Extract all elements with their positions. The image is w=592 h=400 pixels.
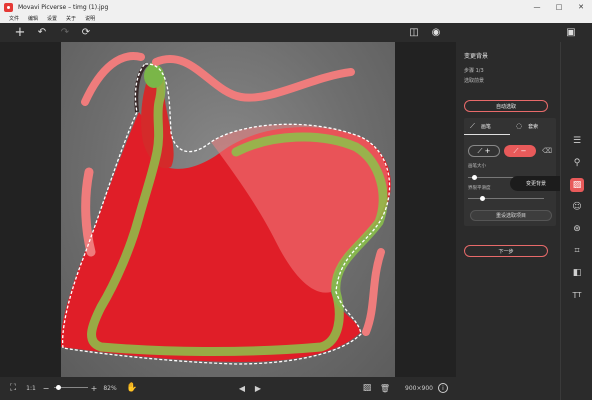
photo[interactable] <box>61 42 395 377</box>
active-tab-indicator <box>464 134 510 135</box>
menu-file[interactable]: 文件 <box>9 15 19 22</box>
close-button[interactable]: ✕ <box>570 0 592 14</box>
stamp-icon[interactable]: ⚲ <box>570 156 584 170</box>
tab-brush[interactable]: ⟋ 画笔 <box>470 118 510 134</box>
panel-title: 变更背景 <box>464 53 489 60</box>
bottom-bar: ⛶ 1:1 − + 82% ✋ ◀ ▶ ▨ 🗑 900×900 i <box>0 377 456 400</box>
change-background-tooltip: 变更背景 <box>510 176 562 191</box>
menu-settings[interactable]: 设置 <box>47 15 57 22</box>
filters-icon[interactable]: ⊛ <box>570 222 584 236</box>
zoom-slider-knob[interactable] <box>56 385 61 390</box>
previous-image-icon[interactable]: ◀ <box>236 381 248 395</box>
info-icon[interactable]: i <box>438 383 448 393</box>
change-background-icon[interactable]: ▨ <box>570 178 584 192</box>
brush-size-knob[interactable] <box>472 175 477 180</box>
save-icon[interactable]: ▣ <box>564 25 578 39</box>
menu-help[interactable]: 说明 <box>85 15 95 22</box>
tool-rail: ☰ ⚲ ▨ ☺ ⊛ ⌗ ◧ TT <box>560 42 592 400</box>
image-icon[interactable]: ▨ <box>360 381 374 395</box>
brush-minus-icon: ⟋ − <box>513 146 527 155</box>
brush-plus-icon: ⟋ + <box>477 146 491 155</box>
head-shape <box>144 64 164 88</box>
menu-about[interactable]: 关于 <box>66 15 76 22</box>
brush-icon: ⟋ <box>470 121 475 130</box>
layers-icon[interactable]: ◧ <box>570 266 584 280</box>
maximize-button[interactable]: □ <box>548 0 570 14</box>
edge-smoothness-label: 界限平滑度 <box>468 186 491 191</box>
auto-select-button[interactable]: 自动选取 <box>464 100 548 112</box>
title-bar: Movavi Picverse – timg (1).jpg — □ ✕ <box>0 0 592 14</box>
delete-icon[interactable]: 🗑 <box>378 381 392 395</box>
tab-lasso-label: 套索 <box>528 123 539 130</box>
next-step-button[interactable]: 下一步 <box>464 245 548 257</box>
image-dimensions: 900×900 <box>405 384 433 392</box>
remove-brush-stroke-2 <box>152 55 355 102</box>
remove-brush-button[interactable]: ⟋ − <box>504 145 536 157</box>
zoom-level: 82% <box>103 384 117 392</box>
compare-icon[interactable]: ◫ <box>407 25 421 39</box>
zoom-in-icon[interactable]: + <box>89 381 99 395</box>
redo-icon[interactable]: ↷ <box>58 25 72 39</box>
add-icon[interactable]: + <box>13 25 27 40</box>
undo-icon[interactable]: ↶ <box>35 25 49 39</box>
minimize-button[interactable]: — <box>526 0 548 14</box>
actual-size-button[interactable]: 1:1 <box>24 381 38 395</box>
app-logo-icon <box>4 2 13 12</box>
keep-brush-button[interactable]: ⟋ + <box>468 145 500 157</box>
tab-brush-label: 画笔 <box>480 123 491 130</box>
edge-smoothness-knob[interactable] <box>480 196 485 201</box>
remove-brush-stroke-1 <box>81 52 145 106</box>
photo-illustration <box>61 52 391 365</box>
menu-edit[interactable]: 编辑 <box>28 15 38 22</box>
change-background-panel: 变更背景 步骤 1/3 选取前景 自动选取 ⟋ 画笔 ◌ 套索 ⟋ + ⟋ − … <box>456 42 560 400</box>
step-description: 选取前景 <box>464 78 485 84</box>
window-title: Movavi Picverse – timg (1).jpg <box>18 3 109 11</box>
app-window: Movavi Picverse – timg (1).jpg — □ ✕ 文件 … <box>0 0 592 400</box>
adjust-sliders-icon[interactable]: ☰ <box>570 134 584 148</box>
eraser-icon[interactable]: ⌫ <box>542 145 552 157</box>
step-indicator: 步骤 1/3 <box>464 68 484 74</box>
crop-icon[interactable]: ⌗ <box>570 244 584 258</box>
selection-tools-box: ⟋ 画笔 ◌ 套索 ⟋ + ⟋ − ⌫ 画笔大小 界限平滑度 重设选取项目 <box>464 118 556 226</box>
zoom-slider[interactable] <box>54 385 88 390</box>
preview-eye-icon[interactable]: ◉ <box>429 25 443 39</box>
text-icon[interactable]: TT <box>570 288 584 302</box>
face-retouch-icon[interactable]: ☺ <box>570 200 584 214</box>
edge-smoothness-slider[interactable] <box>468 196 544 201</box>
menu-bar: 文件 编辑 设置 关于 说明 <box>0 14 592 23</box>
tab-lasso[interactable]: ◌ 套索 <box>516 118 556 134</box>
brush-size-label: 画笔大小 <box>468 164 486 169</box>
remove-brush-stroke-4 <box>362 248 385 336</box>
next-image-icon[interactable]: ▶ <box>252 381 264 395</box>
reset-icon[interactable]: ⟳ <box>79 25 93 39</box>
reset-selection-button[interactable]: 重设选取项目 <box>470 210 552 221</box>
image-canvas[interactable] <box>0 42 456 377</box>
hand-tool-icon[interactable]: ✋ <box>125 381 139 395</box>
zoom-out-icon[interactable]: − <box>41 381 51 395</box>
fullscreen-icon[interactable]: ⛶ <box>6 381 20 395</box>
toolbar: + ↶ ↷ ⟳ ◫ ◉ ▣ <box>0 23 592 42</box>
lasso-icon: ◌ <box>516 122 523 130</box>
